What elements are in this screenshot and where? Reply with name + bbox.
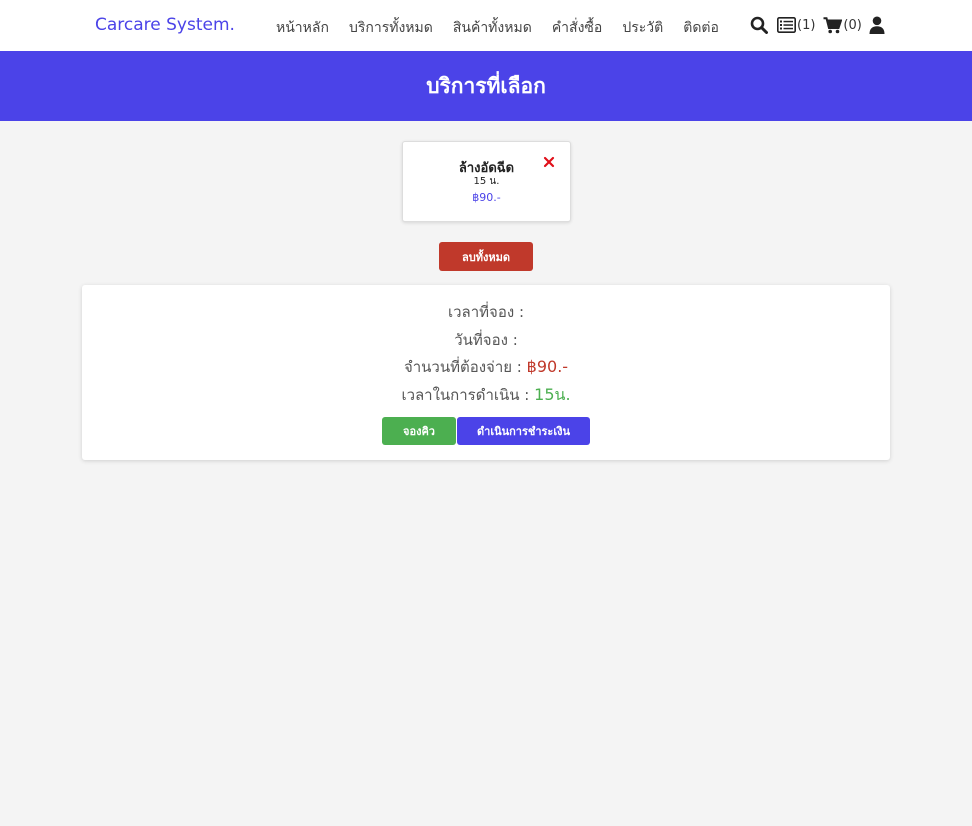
nav-link-home[interactable]: หน้าหลัก — [276, 17, 329, 39]
proceed-payment-button[interactable]: ดำเนินการชำระเงิน — [457, 417, 590, 445]
amount-value: ฿90.- — [526, 357, 569, 376]
nav-links: หน้าหลัก บริการทั้งหมด สินค้าทั้งหมด คำส… — [276, 17, 739, 39]
cart-count: (0) — [843, 17, 862, 33]
queue-list-button[interactable]: (1) — [777, 17, 815, 33]
close-icon[interactable] — [542, 154, 556, 168]
page-banner: บริการที่เลือก — [0, 51, 972, 121]
nav-link-contact[interactable]: ติดต่อ — [683, 17, 719, 39]
nav-link-products[interactable]: สินค้าทั้งหมด — [453, 17, 532, 39]
nav-link-orders[interactable]: คำสั่งซื้อ — [552, 17, 603, 39]
page-title: บริการที่เลือก — [426, 73, 546, 98]
nav-link-services[interactable]: บริการทั้งหมด — [349, 17, 433, 39]
nav-icons: (1) (0) — [750, 16, 885, 34]
cart-icon — [823, 16, 843, 34]
brand-logo[interactable]: Carcare System. — [95, 15, 235, 35]
navbar: Carcare System. หน้าหลัก บริการทั้งหมด ส… — [0, 0, 972, 51]
service-price: ฿90.- — [472, 191, 501, 204]
nav-link-history[interactable]: ประวัติ — [622, 17, 663, 39]
booking-date-label: วันที่จอง : — [454, 331, 518, 349]
booking-date-row: วันที่จอง : — [82, 328, 890, 352]
selected-service-card: ล้างอัดฉีด 15 น. ฿90.- — [402, 141, 571, 222]
duration-row: เวลาในการดำเนิน : 15น. — [82, 383, 890, 408]
user-icon[interactable] — [869, 16, 885, 34]
clear-all-button[interactable]: ลบทั้งหมด — [439, 242, 533, 271]
duration-label: เวลาในการดำเนิน : — [401, 386, 530, 404]
booking-time-row: เวลาที่จอง : — [82, 300, 890, 324]
booking-summary: เวลาที่จอง : วันที่จอง : จำนวนที่ต้องจ่า… — [82, 285, 890, 460]
queue-count: (1) — [797, 17, 816, 33]
service-duration: 15 น. — [473, 176, 500, 187]
amount-row: จำนวนที่ต้องจ่าย : ฿90.- — [82, 355, 890, 379]
search-icon[interactable] — [750, 16, 768, 34]
amount-label: จำนวนที่ต้องจ่าย : — [403, 358, 522, 376]
duration-value: 15น. — [534, 385, 571, 404]
list-icon — [777, 17, 796, 33]
book-queue-button[interactable]: จองคิว — [382, 417, 456, 445]
booking-time-label: เวลาที่จอง : — [448, 303, 524, 321]
cart-button[interactable]: (0) — [823, 16, 862, 34]
